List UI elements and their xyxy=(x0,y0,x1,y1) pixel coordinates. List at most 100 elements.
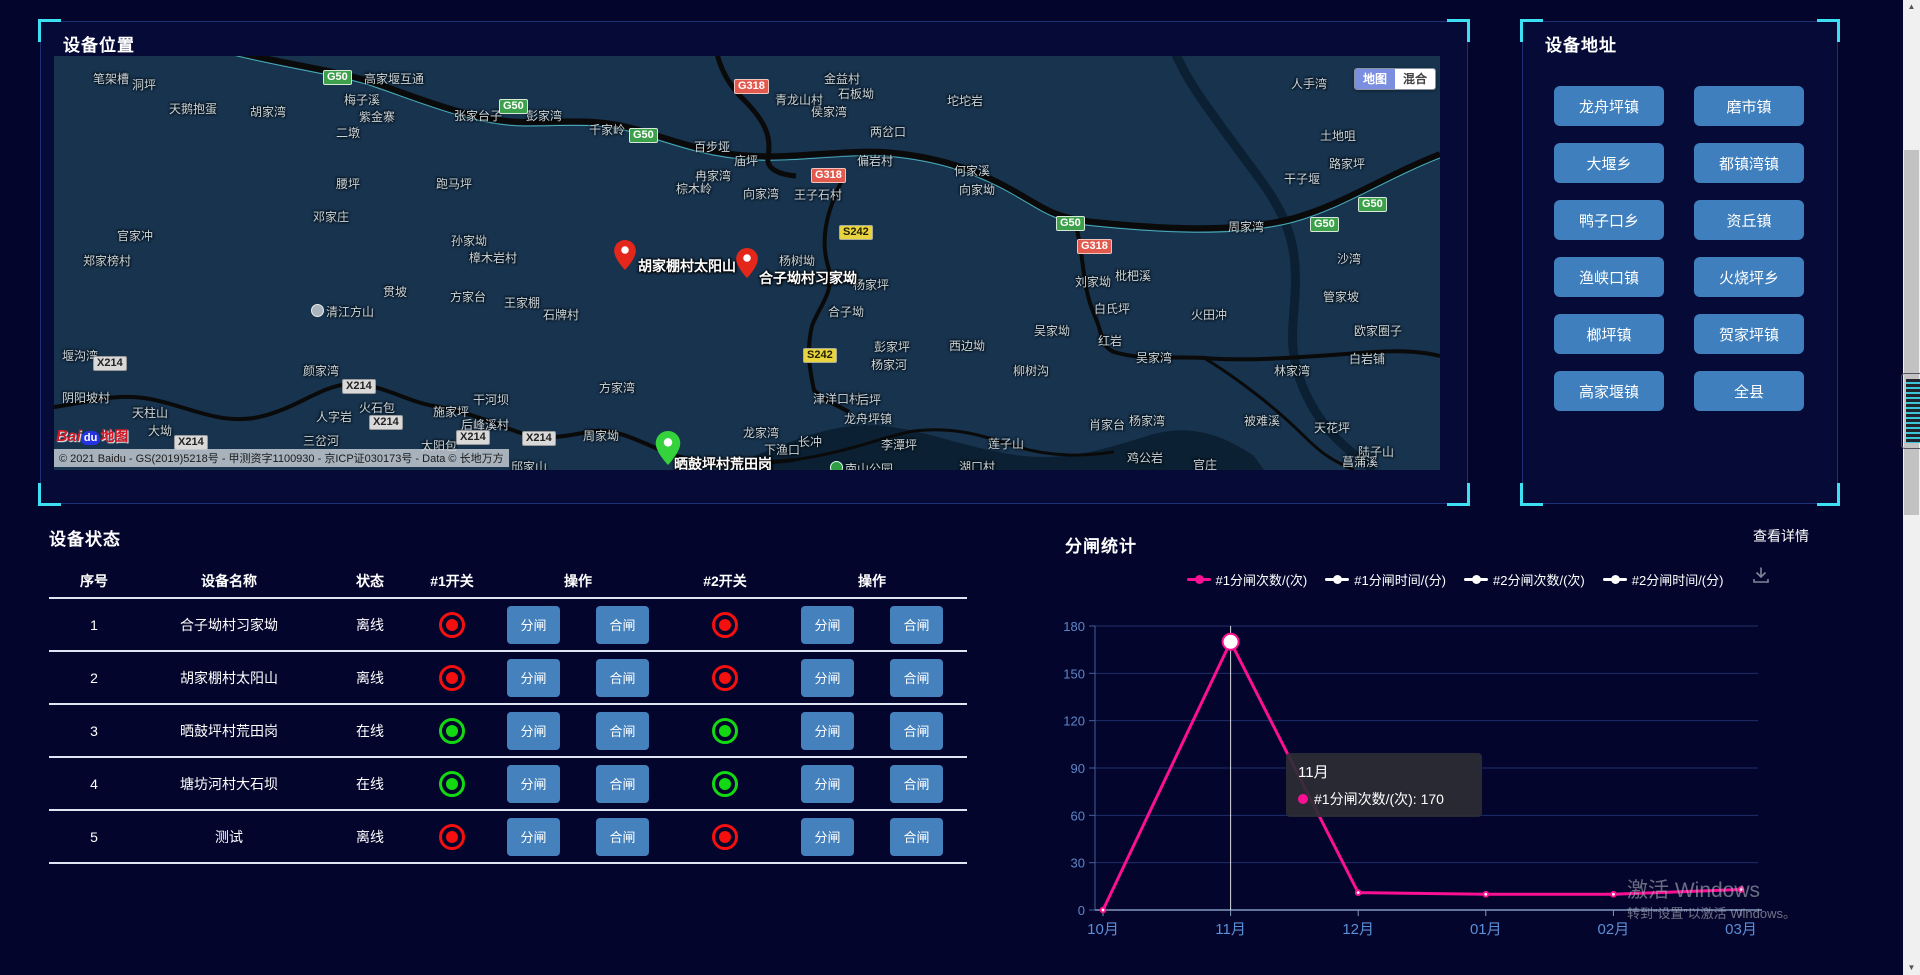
map-pin-icon[interactable] xyxy=(736,248,758,283)
map-label: 龙家湾 xyxy=(743,424,779,441)
open-switch-button[interactable]: 分闸 xyxy=(507,712,560,750)
svg-text:90: 90 xyxy=(1071,761,1085,776)
map-label: 邱家山 xyxy=(511,458,547,470)
open-switch-button[interactable]: 分闸 xyxy=(801,818,854,856)
map-label: 津洋口村 xyxy=(813,390,861,407)
page-scrollbar[interactable]: ▲ ▼ xyxy=(1903,0,1920,975)
svg-text:150: 150 xyxy=(1063,666,1085,681)
open-switch-button[interactable]: 分闸 xyxy=(507,659,560,697)
status-indicator-red xyxy=(439,612,465,638)
close-switch-button[interactable]: 合闸 xyxy=(596,712,649,750)
map-label: 向家湾 xyxy=(743,185,779,202)
close-switch-button[interactable]: 合闸 xyxy=(890,818,943,856)
map-label: 官庄 xyxy=(1193,456,1217,470)
road-shield: G318 xyxy=(811,168,846,183)
cell-switch2 xyxy=(673,665,777,691)
address-button[interactable]: 都镇湾镇 xyxy=(1694,143,1804,183)
baidu-logo-bai: Bai xyxy=(56,428,81,445)
address-button[interactable]: 全县 xyxy=(1694,371,1804,411)
road-shield: X214 xyxy=(93,356,127,371)
close-switch-button[interactable]: 合闸 xyxy=(596,765,649,803)
svg-text:180: 180 xyxy=(1063,619,1085,634)
device-location-panel: 设备位置 笔架槽洞坪天鹅抱蛋胡家湾高家堰互通梅子溪紫金寨二 xyxy=(40,21,1468,504)
corner-decoration xyxy=(1447,19,1470,42)
table-row: 4塘坊河村大石坝在线分闸合闸分闸合闸 xyxy=(49,758,967,811)
map-label: 西边坳 xyxy=(949,337,985,354)
map-label: 方家湾 xyxy=(599,379,635,396)
map-label: 管家坡 xyxy=(1323,288,1359,305)
map-label: 樟木岩村 xyxy=(469,249,517,266)
map-type-hybrid-button[interactable]: 混合 xyxy=(1395,69,1435,89)
scrollbar-marker-widget xyxy=(1901,373,1920,449)
table-header-cell: #2开关 xyxy=(673,571,777,591)
map-pin-icon[interactable] xyxy=(614,240,636,275)
scrollbar-thumb[interactable] xyxy=(1904,150,1919,515)
park-icon xyxy=(830,461,843,470)
map-label: 欧家圈子 xyxy=(1354,322,1402,339)
close-switch-button[interactable]: 合闸 xyxy=(596,606,649,644)
status-indicator-green xyxy=(439,718,465,744)
open-switch-button[interactable]: 分闸 xyxy=(507,818,560,856)
close-switch-button[interactable]: 合闸 xyxy=(890,659,943,697)
address-button[interactable]: 资丘镇 xyxy=(1694,200,1804,240)
map-label: 人手湾 xyxy=(1291,75,1327,92)
map-label: 南山公园 xyxy=(830,460,893,470)
windows-watermark-line2: 转到“设置”以激活 Windows。 xyxy=(1627,903,1796,922)
scenic-icon xyxy=(311,304,324,317)
map-label: 大坳 xyxy=(148,422,172,439)
map-label: 千家岭 xyxy=(589,121,625,138)
address-button[interactable]: 磨市镇 xyxy=(1694,86,1804,126)
close-switch-button[interactable]: 合闸 xyxy=(596,659,649,697)
status-indicator-green xyxy=(712,718,738,744)
map-label: 火田冲 xyxy=(1191,306,1227,323)
road-shield: X214 xyxy=(456,430,490,445)
dashboard: 设备位置 笔架槽洞坪天鹅抱蛋胡家湾高家堰互通梅子溪紫金寨二 xyxy=(0,0,1920,975)
close-switch-button[interactable]: 合闸 xyxy=(890,765,943,803)
scrollbar-up-arrow[interactable]: ▲ xyxy=(1903,0,1920,14)
svg-text:0: 0 xyxy=(1078,903,1085,918)
map-label: 彭家坪 xyxy=(874,338,910,355)
device-address-panel: 设备地址 龙舟坪镇磨市镇大堰乡都镇湾镇鸭子口乡资丘镇渔峡口镇火烧坪乡榔坪镇贺家坪… xyxy=(1522,21,1838,504)
address-button[interactable]: 贺家坪镇 xyxy=(1694,314,1804,354)
road-shield: G50 xyxy=(629,128,658,143)
baidu-logo-paw: du xyxy=(81,431,100,445)
panel-title-device-address: 设备地址 xyxy=(1545,31,1617,56)
scrollbar-down-arrow[interactable]: ▼ xyxy=(1903,961,1920,975)
open-switch-button[interactable]: 分闸 xyxy=(801,765,854,803)
baidu-map[interactable]: 笔架槽洞坪天鹅抱蛋胡家湾高家堰互通梅子溪紫金寨二墩张家台子彭家湾千家岭百步垭庙坪… xyxy=(54,56,1440,470)
open-switch-button[interactable]: 分闸 xyxy=(507,765,560,803)
cell-status: 离线 xyxy=(319,668,421,688)
corner-decoration xyxy=(1817,19,1840,42)
svg-text:12月: 12月 xyxy=(1342,921,1374,938)
corner-decoration xyxy=(38,483,61,506)
cell-operations: 分闸合闸 xyxy=(483,659,673,697)
open-switch-button[interactable]: 分闸 xyxy=(801,712,854,750)
status-indicator-red xyxy=(439,824,465,850)
open-switch-button[interactable]: 分闸 xyxy=(801,606,854,644)
map-type-map-button[interactable]: 地图 xyxy=(1355,69,1395,89)
road-shield: X214 xyxy=(174,435,208,450)
address-button[interactable]: 鸭子口乡 xyxy=(1554,200,1664,240)
close-switch-button[interactable]: 合闸 xyxy=(890,606,943,644)
address-button[interactable]: 榔坪镇 xyxy=(1554,314,1664,354)
open-switch-button[interactable]: 分闸 xyxy=(801,659,854,697)
map-label: 向家坳 xyxy=(959,181,995,198)
cell-switch1 xyxy=(421,665,483,691)
road-shield: G318 xyxy=(734,79,769,94)
address-button[interactable]: 龙舟坪镇 xyxy=(1554,86,1664,126)
map-label: 百步垭 xyxy=(694,138,730,155)
road-shield: G50 xyxy=(1056,216,1085,231)
address-button[interactable]: 高家堰镇 xyxy=(1554,371,1664,411)
map-label: 彭家湾 xyxy=(526,107,562,124)
address-button[interactable]: 渔峡口镇 xyxy=(1554,257,1664,297)
cell-operations: 分闸合闸 xyxy=(777,765,967,803)
map-label: 郑家榜村 xyxy=(83,252,131,269)
table-header-cell: #1开关 xyxy=(421,571,483,591)
open-switch-button[interactable]: 分闸 xyxy=(507,606,560,644)
close-switch-button[interactable]: 合闸 xyxy=(596,818,649,856)
road-shield: G50 xyxy=(1358,197,1387,212)
address-button[interactable]: 大堰乡 xyxy=(1554,143,1664,183)
map-label: 李潭坪 xyxy=(881,436,917,453)
address-button[interactable]: 火烧坪乡 xyxy=(1694,257,1804,297)
close-switch-button[interactable]: 合闸 xyxy=(890,712,943,750)
